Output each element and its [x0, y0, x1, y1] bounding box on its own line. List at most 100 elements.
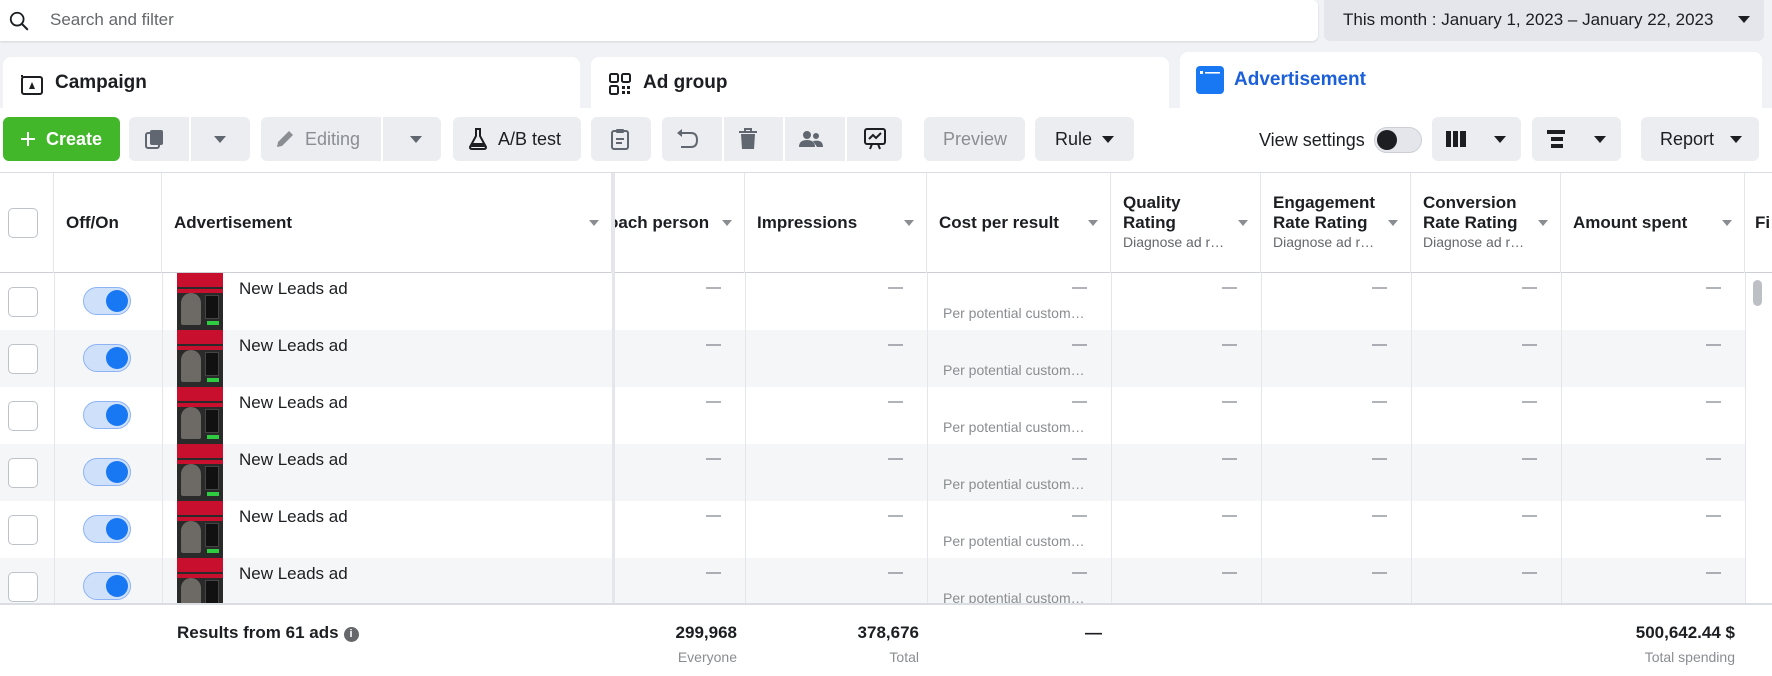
- table-row[interactable]: New Leads ad — — — Per potential custom… — — — —: [0, 501, 1745, 558]
- vertical-scrollbar[interactable]: [1745, 273, 1768, 603]
- audience-icon[interactable]: [799, 130, 823, 148]
- cell-amount-spent: —: [1706, 279, 1721, 296]
- editing-label: Editing: [305, 129, 361, 149]
- tab-advertisement[interactable]: Advertisement: [1180, 52, 1762, 110]
- row-checkbox[interactable]: [8, 515, 38, 545]
- ad-thumbnail[interactable]: [177, 444, 223, 501]
- col-conversion-rating[interactable]: Conversion Rate Rating Diagnose ad r…: [1411, 173, 1561, 273]
- date-range-label: This month : January 1, 2023 – January 2…: [1343, 10, 1714, 29]
- cell-cost: —: [1072, 393, 1087, 410]
- ad-thumbnail[interactable]: [177, 558, 223, 603]
- duplicate-button[interactable]: [129, 117, 250, 161]
- toggle-knob: [1377, 130, 1397, 150]
- trash-icon[interactable]: [738, 128, 758, 150]
- ad-thumbnail[interactable]: [177, 501, 223, 558]
- sort-caret-icon[interactable]: [1722, 220, 1732, 226]
- select-all-checkbox[interactable]: [8, 208, 38, 238]
- row-checkbox[interactable]: [8, 458, 38, 488]
- toggle-knob: [106, 461, 128, 483]
- sort-caret-icon[interactable]: [1538, 220, 1548, 226]
- col-advertisement[interactable]: Advertisement: [162, 173, 612, 273]
- preview-label: Preview: [943, 129, 1008, 149]
- col-amount-spent[interactable]: Amount spent: [1561, 173, 1745, 273]
- clipboard-button[interactable]: [591, 117, 651, 161]
- row-checkbox[interactable]: [8, 287, 38, 317]
- ad-on-off-toggle[interactable]: [83, 344, 131, 372]
- view-settings-toggle[interactable]: [1374, 127, 1422, 153]
- info-icon[interactable]: i: [343, 627, 359, 642]
- ad-on-off-toggle[interactable]: [83, 458, 131, 486]
- editing-button[interactable]: Editing: [261, 117, 441, 161]
- cell-reach: —: [706, 450, 721, 467]
- search-bar[interactable]: Search and filter: [0, 0, 1318, 41]
- table-row[interactable]: New Leads ad — — — Per potential custom… — — — —: [0, 330, 1745, 387]
- ad-thumbnail[interactable]: [177, 330, 223, 387]
- ad-on-off-toggle[interactable]: [83, 515, 131, 543]
- ad-name[interactable]: New Leads ad: [239, 279, 348, 299]
- ad-name[interactable]: New Leads ad: [239, 564, 348, 584]
- rule-button[interactable]: Rule: [1035, 117, 1134, 161]
- tab-campaign[interactable]: Campaign: [3, 57, 580, 109]
- ad-name[interactable]: New Leads ad: [239, 336, 348, 356]
- table-row[interactable]: New Leads ad — — — Per potential custom… — — — —: [0, 273, 1745, 330]
- ab-test-button[interactable]: A/B test: [453, 117, 581, 161]
- compare-chart-icon[interactable]: [864, 128, 886, 150]
- ad-thumbnail[interactable]: [177, 273, 223, 330]
- sort-caret-icon[interactable]: [1388, 220, 1398, 226]
- duplicate-icon: [145, 130, 163, 149]
- footer-impressions-value: 378,676: [857, 623, 919, 642]
- sort-caret-icon[interactable]: [904, 220, 914, 226]
- col-engagement-rating[interactable]: Engagement Rate Rating Diagnose ad r…: [1261, 173, 1411, 273]
- row-checkbox[interactable]: [8, 401, 38, 431]
- ab-test-label: A/B test: [498, 129, 562, 149]
- col-cost-per-result[interactable]: Cost per result: [927, 173, 1111, 273]
- col-impressions[interactable]: Impressions: [745, 173, 927, 273]
- sort-caret-icon[interactable]: [722, 220, 732, 226]
- ad-thumbnail[interactable]: [177, 387, 223, 444]
- grid-icon: [609, 73, 631, 95]
- create-button[interactable]: Create: [3, 117, 120, 161]
- tab-campaign-label: Campaign: [55, 72, 147, 93]
- sort-caret-icon[interactable]: [1088, 220, 1098, 226]
- pencil-icon: [277, 131, 293, 147]
- col-reach-label: oach person: [615, 213, 710, 232]
- table-footer: Results from 61 ads i 299,968 Everyone 37…: [0, 603, 1772, 676]
- row-checkbox[interactable]: [8, 572, 38, 602]
- ad-name[interactable]: New Leads ad: [239, 507, 348, 527]
- cell-quality: —: [1222, 450, 1237, 467]
- ad-on-off-toggle[interactable]: [83, 572, 131, 600]
- chevron-down-icon[interactable]: [214, 136, 226, 143]
- cell-quality: —: [1222, 279, 1237, 296]
- ad-name[interactable]: New Leads ad: [239, 450, 348, 470]
- sort-caret-icon[interactable]: [1238, 220, 1248, 226]
- cell-quality: —: [1222, 507, 1237, 524]
- report-button[interactable]: Report: [1641, 117, 1759, 161]
- ad-window-icon: [1196, 66, 1224, 94]
- ad-on-off-toggle[interactable]: [83, 401, 131, 429]
- col-reach[interactable]: oach person: [615, 173, 745, 273]
- undo-icon[interactable]: [676, 129, 700, 149]
- table-row[interactable]: New Leads ad — — — Per potential custom… — — — —: [0, 387, 1745, 444]
- cell-amount-spent: —: [1706, 450, 1721, 467]
- preview-button[interactable]: Preview: [924, 117, 1025, 161]
- breakdown-button[interactable]: [1532, 117, 1621, 161]
- tab-ad-group[interactable]: Ad group: [591, 57, 1169, 109]
- table-row[interactable]: New Leads ad — — — Per potential custom… — — — —: [0, 444, 1745, 501]
- date-range-picker[interactable]: This month : January 1, 2023 – January 2…: [1324, 0, 1764, 41]
- col-quality-rating[interactable]: Quality Rating Diagnose ad r…: [1111, 173, 1261, 273]
- columns-button[interactable]: [1432, 117, 1521, 161]
- ad-name[interactable]: New Leads ad: [239, 393, 348, 413]
- ad-on-off-toggle[interactable]: [83, 287, 131, 315]
- chevron-down-icon[interactable]: [410, 136, 422, 143]
- table-row[interactable]: New Leads ad — — — Per potential custom… — — — —: [0, 558, 1745, 603]
- cell-cost-sub: Per potential custom…: [943, 362, 1085, 378]
- row-checkbox[interactable]: [8, 344, 38, 374]
- col-next-partial[interactable]: Fi: [1745, 173, 1772, 273]
- toggle-knob: [106, 347, 128, 369]
- cell-cost: —: [1072, 336, 1087, 353]
- scrollbar-thumb[interactable]: [1753, 280, 1762, 306]
- flask-icon: [469, 128, 487, 150]
- col-quality-label: Quality Rating: [1123, 193, 1181, 232]
- sort-caret-icon[interactable]: [589, 220, 599, 226]
- search-input[interactable]: Search and filter: [50, 10, 174, 30]
